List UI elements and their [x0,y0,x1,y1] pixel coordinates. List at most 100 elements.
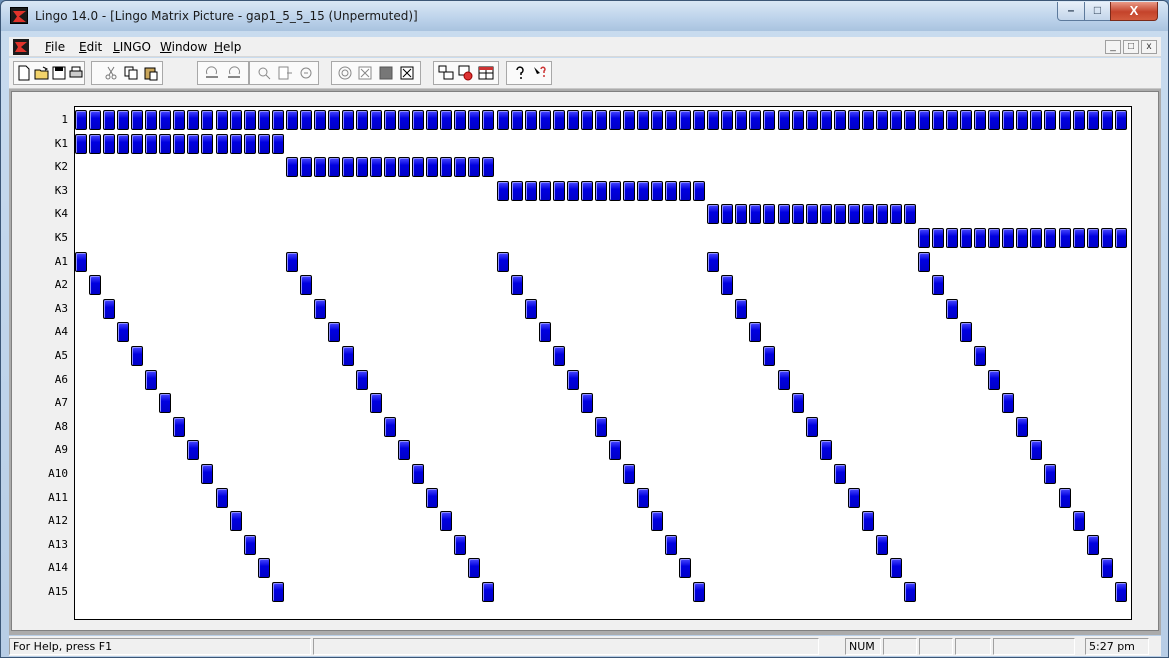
cut-icon[interactable] [102,64,120,82]
matrix-cell [819,110,832,130]
matrix-cell [356,157,368,178]
matrix-cell [1016,228,1029,248]
matrix-cell [946,228,959,248]
solution-report-icon[interactable] [356,64,374,82]
matrix-cell [187,133,200,154]
matrix-cell [749,322,762,343]
redo-icon[interactable] [225,64,243,82]
row-label: A3 [54,301,68,315]
matrix-cell [285,110,298,130]
matrix-cell [103,133,116,154]
matrix-cell [552,110,565,130]
matrix-cell [426,110,439,130]
matrix-cell [791,110,804,130]
row-label: K5 [54,231,68,244]
toolbar-group-edit [91,61,163,85]
matrix-cell [398,157,411,178]
tile-windows-icon[interactable] [437,64,455,82]
matrix-cell [805,416,818,437]
matrix-cell [580,110,593,130]
solve-icon[interactable] [336,64,354,82]
matrix-cell [271,133,284,154]
matrix-cell [763,110,776,130]
matrix-cell [131,133,144,154]
matrix-cell [960,228,973,248]
matrix-cell [1030,110,1043,130]
paste-icon[interactable] [142,64,160,82]
toolbar-group-solve [331,61,421,85]
cascade-icon[interactable] [477,64,495,82]
send-to-back-icon[interactable] [457,64,475,82]
matrix-cell [145,133,158,154]
matrix-cell [496,110,509,130]
matrix-cell [243,110,256,130]
mdi-minimize-button[interactable]: _ [1105,40,1121,54]
context-help-icon[interactable] [531,64,549,82]
minimize-button[interactable]: – [1057,2,1085,21]
close-all-icon[interactable] [398,64,416,82]
matrix-cell [327,157,340,178]
matrix-cell [763,346,776,366]
matrix-grid[interactable] [74,106,1132,620]
goto-line-icon[interactable] [276,64,294,82]
matrix-cell [707,204,720,225]
matrix-cell [749,110,762,130]
print-icon[interactable] [67,64,85,82]
mdi-close-button[interactable]: x [1141,40,1157,54]
matrix-cell [903,110,916,130]
matrix-cell [974,110,987,130]
matrix-cell [454,157,467,178]
new-file-icon[interactable] [15,64,33,82]
matrix-cell [426,487,439,508]
matrix-cell [960,110,973,130]
title-bar[interactable]: Lingo 14.0 - [Lingo Matrix Picture - gap… [1,1,1168,31]
matrix-cell [482,157,495,178]
menu-help[interactable]: Help [214,40,241,54]
match-paren-icon[interactable] [297,64,315,82]
row-label: K1 [54,136,68,150]
matrix-cell [847,110,860,130]
matrix-cell [1044,464,1057,484]
matrix-cell [229,133,242,154]
menu-edit[interactable]: Edit [79,40,102,54]
matrix-cell [735,204,748,225]
matrix-cell [566,369,579,390]
status-pane-cap [955,638,991,655]
matrix-cell [580,180,593,201]
matrix-cell [608,110,621,130]
child-window-icon[interactable] [13,39,29,55]
matrix-cell [510,110,523,130]
copy-icon[interactable] [122,64,140,82]
matrix-cell [215,487,228,508]
menu-window[interactable]: Window [160,40,207,54]
matrix-cell [861,110,874,130]
matrix-cell [1016,110,1029,130]
maximize-button[interactable]: □ [1084,2,1111,21]
matrix-cell [665,534,678,555]
matrix-cell [875,204,888,225]
open-file-icon[interactable] [33,64,51,82]
matrix-cell [1030,228,1043,248]
mdi-restore-button[interactable]: □ [1123,40,1139,54]
matrix-cell [679,558,692,579]
matrix-cell [1086,228,1099,248]
matrix-picture-icon[interactable] [377,64,395,82]
matrix-cell [285,157,298,178]
menu-file[interactable]: File [45,40,65,54]
status-pane-ovr [919,638,953,655]
close-button[interactable]: X [1110,2,1158,21]
save-file-icon[interactable] [50,64,68,82]
matrix-cell [566,110,579,130]
matrix-cell [679,110,692,130]
matrix-cell [1002,228,1015,248]
menu-lingo[interactable]: LINGO [113,40,151,54]
matrix-cell [496,251,509,272]
matrix-cell [932,110,945,130]
matrix-cell [370,393,383,414]
undo-icon[interactable] [203,64,221,82]
find-icon[interactable] [255,64,273,82]
matrix-cell [510,275,523,296]
matrix-cell [313,110,326,130]
matrix-cell [889,204,902,225]
help-icon[interactable] [511,64,529,82]
